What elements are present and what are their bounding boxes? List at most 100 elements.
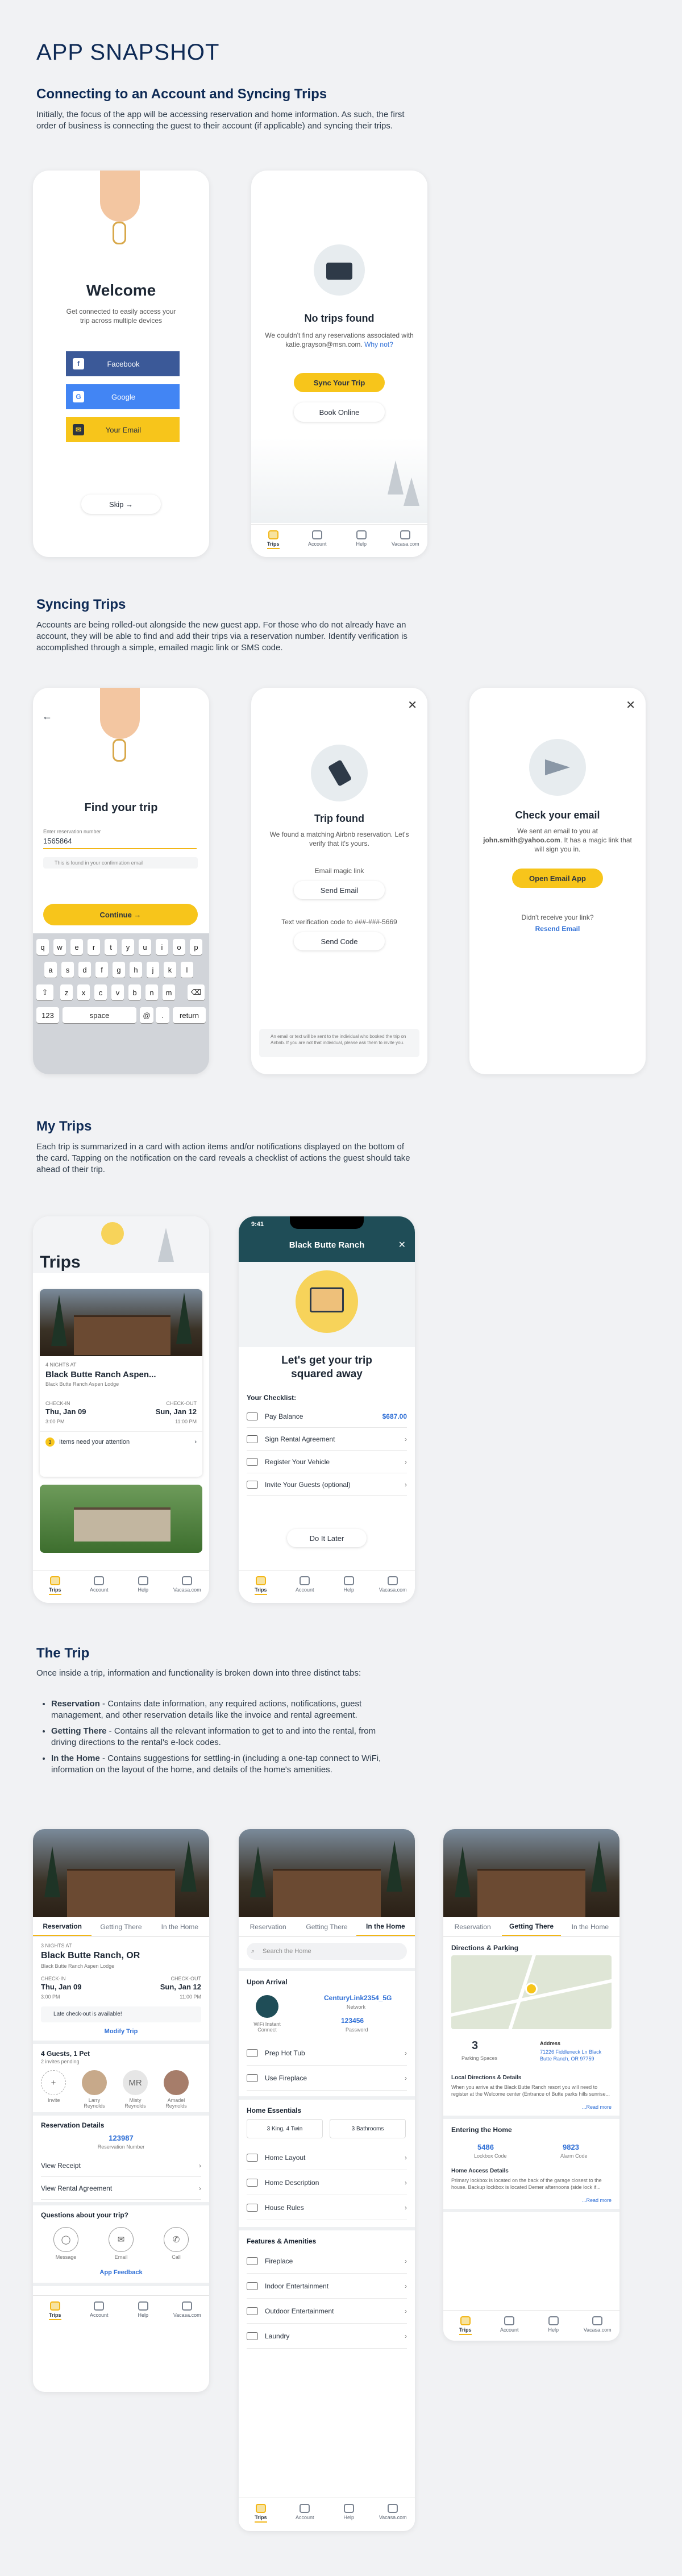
- message-icon[interactable]: ◯: [53, 2227, 78, 2252]
- keyboard-key[interactable]: x: [77, 984, 90, 1000]
- keyboard-key[interactable]: i: [156, 939, 168, 955]
- tab-account[interactable]: Account: [288, 1576, 322, 1593]
- send-code-button[interactable]: Send Code: [294, 932, 385, 950]
- essentials-item[interactable]: House Rules ›: [247, 2195, 407, 2220]
- tab-help[interactable]: Help: [126, 1576, 160, 1593]
- tab-trips[interactable]: Trips: [244, 1576, 278, 1595]
- facebook-button[interactable]: f Facebook: [66, 351, 180, 376]
- numbers-key[interactable]: 123: [36, 1007, 59, 1023]
- tab-trips[interactable]: Trips: [256, 530, 290, 549]
- view-agreement-row[interactable]: View Rental Agreement ›: [41, 2177, 201, 2200]
- checklist-item[interactable]: Sign Rental Agreement ›: [247, 1428, 407, 1451]
- keyboard-key[interactable]: c: [94, 984, 107, 1000]
- essentials-item[interactable]: Home Layout ›: [247, 2145, 407, 2170]
- keyboard-key[interactable]: l: [181, 962, 193, 978]
- wifi-icon[interactable]: [256, 1995, 278, 2018]
- shift-key[interactable]: ⇧: [36, 984, 53, 1000]
- google-button[interactable]: G Google: [66, 384, 180, 409]
- read-more-link[interactable]: ...Read more: [582, 2197, 612, 2203]
- tab-in-the-home[interactable]: In the Home: [561, 1917, 619, 1936]
- avatar[interactable]: [82, 2070, 107, 2095]
- tab-vacasa[interactable]: Vacasa.com: [580, 2316, 614, 2333]
- tab-trips[interactable]: Trips: [448, 2316, 483, 2335]
- address-link[interactable]: 71226 Fiddleneck Ln Black Butte Ranch, O…: [540, 2049, 608, 2062]
- back-arrow-icon[interactable]: ←: [42, 711, 52, 722]
- tab-vacasa[interactable]: Vacasa.com: [170, 2301, 204, 2318]
- modify-trip-link[interactable]: Modify Trip: [33, 2028, 209, 2035]
- tab-vacasa[interactable]: Vacasa.com: [388, 530, 422, 547]
- second-trip-photo[interactable]: [40, 1485, 202, 1553]
- keyboard-key[interactable]: u: [139, 939, 151, 955]
- keyboard-key[interactable]: r: [88, 939, 100, 955]
- late-checkout-notice[interactable]: Late check-out is available!: [41, 2006, 201, 2022]
- essentials-item[interactable]: Home Description ›: [247, 2170, 407, 2195]
- continue-button[interactable]: Continue →: [43, 904, 198, 925]
- keyboard-key[interactable]: z: [60, 984, 73, 1000]
- feature-item[interactable]: Indoor Entertainment ›: [247, 2274, 407, 2299]
- keyboard-key[interactable]: a: [44, 962, 57, 978]
- arrival-item[interactable]: Use Fireplace ›: [247, 2066, 407, 2091]
- close-icon[interactable]: ✕: [626, 698, 635, 712]
- keyboard-key[interactable]: m: [163, 984, 175, 1000]
- keyboard-key[interactable]: q: [36, 939, 49, 955]
- tab-vacasa[interactable]: Vacasa.com: [376, 1576, 410, 1593]
- keyboard-key[interactable]: d: [78, 962, 91, 978]
- keyboard-key[interactable]: n: [145, 984, 158, 1000]
- return-key[interactable]: return: [173, 1007, 206, 1023]
- tab-trips[interactable]: Trips: [244, 2504, 278, 2523]
- phone-icon[interactable]: ✆: [164, 2227, 189, 2252]
- tab-help[interactable]: Help: [537, 2316, 571, 2333]
- tab-in-the-home[interactable]: In the Home: [356, 1917, 415, 1936]
- arrival-item[interactable]: Prep Hot Tub ›: [247, 2041, 407, 2066]
- email-button[interactable]: ✉ Your Email: [66, 417, 180, 442]
- keyboard-key[interactable]: p: [190, 939, 202, 955]
- tab-account[interactable]: Account: [300, 530, 334, 547]
- feature-item[interactable]: Laundry ›: [247, 2324, 407, 2349]
- keyboard-key[interactable]: w: [53, 939, 66, 955]
- search-home-input[interactable]: Search the Home: [247, 1943, 407, 1960]
- close-icon[interactable]: ✕: [398, 1239, 406, 1250]
- tab-help[interactable]: Help: [332, 1576, 366, 1593]
- tab-reservation[interactable]: Reservation: [443, 1917, 502, 1936]
- tab-help[interactable]: Help: [126, 2301, 160, 2318]
- book-online-button[interactable]: Book Online: [294, 402, 385, 422]
- keyboard-key[interactable]: g: [113, 962, 125, 978]
- email-icon[interactable]: ✉: [109, 2227, 134, 2252]
- keyboard-key[interactable]: y: [122, 939, 134, 955]
- tab-in-the-home[interactable]: In the Home: [151, 1917, 209, 1936]
- tab-account[interactable]: Account: [288, 2504, 322, 2520]
- keyboard-key[interactable]: e: [70, 939, 83, 955]
- add-guest-icon[interactable]: +: [41, 2070, 66, 2095]
- keyboard-key[interactable]: t: [105, 939, 117, 955]
- tab-help[interactable]: Help: [344, 530, 379, 547]
- why-not-link[interactable]: Why not?: [364, 340, 393, 348]
- keyboard-key[interactable]: k: [164, 962, 176, 978]
- feature-item[interactable]: Fireplace ›: [247, 2249, 407, 2274]
- feature-item[interactable]: Outdoor Entertainment ›: [247, 2299, 407, 2324]
- skip-button[interactable]: Skip →: [81, 495, 161, 514]
- checklist-item[interactable]: Pay Balance $687.00: [247, 1405, 407, 1428]
- avatar[interactable]: MR: [123, 2070, 148, 2095]
- keyboard-key[interactable]: o: [173, 939, 185, 955]
- keyboard-key[interactable]: h: [130, 962, 142, 978]
- checklist-item[interactable]: Register Your Vehicle ›: [247, 1451, 407, 1473]
- do-it-later-button[interactable]: Do It Later: [287, 1529, 367, 1547]
- close-icon[interactable]: ✕: [407, 698, 417, 712]
- tab-reservation[interactable]: Reservation: [239, 1917, 297, 1936]
- resend-email-link[interactable]: Resend Email: [483, 924, 632, 933]
- tab-reservation[interactable]: Reservation: [33, 1917, 92, 1936]
- send-email-button[interactable]: Send Email: [294, 881, 385, 899]
- keyboard-key[interactable]: f: [95, 962, 108, 978]
- space-key[interactable]: space: [63, 1007, 136, 1023]
- trip-card[interactable]: 4 NIGHTS AT Black Butte Ranch Aspen... B…: [40, 1289, 202, 1477]
- keyboard-key[interactable]: j: [147, 962, 159, 978]
- read-more-link[interactable]: ...Read more: [582, 2104, 612, 2110]
- avatar[interactable]: [164, 2070, 189, 2095]
- tab-trips[interactable]: Trips: [38, 2301, 72, 2320]
- app-feedback-link[interactable]: App Feedback: [33, 2269, 209, 2276]
- checklist-item[interactable]: Invite Your Guests (optional) ›: [247, 1473, 407, 1496]
- keyboard-key[interactable]: v: [111, 984, 124, 1000]
- keyboard-key[interactable]: b: [128, 984, 141, 1000]
- tab-getting-there[interactable]: Getting There: [297, 1917, 356, 1936]
- tab-account[interactable]: Account: [82, 2301, 116, 2318]
